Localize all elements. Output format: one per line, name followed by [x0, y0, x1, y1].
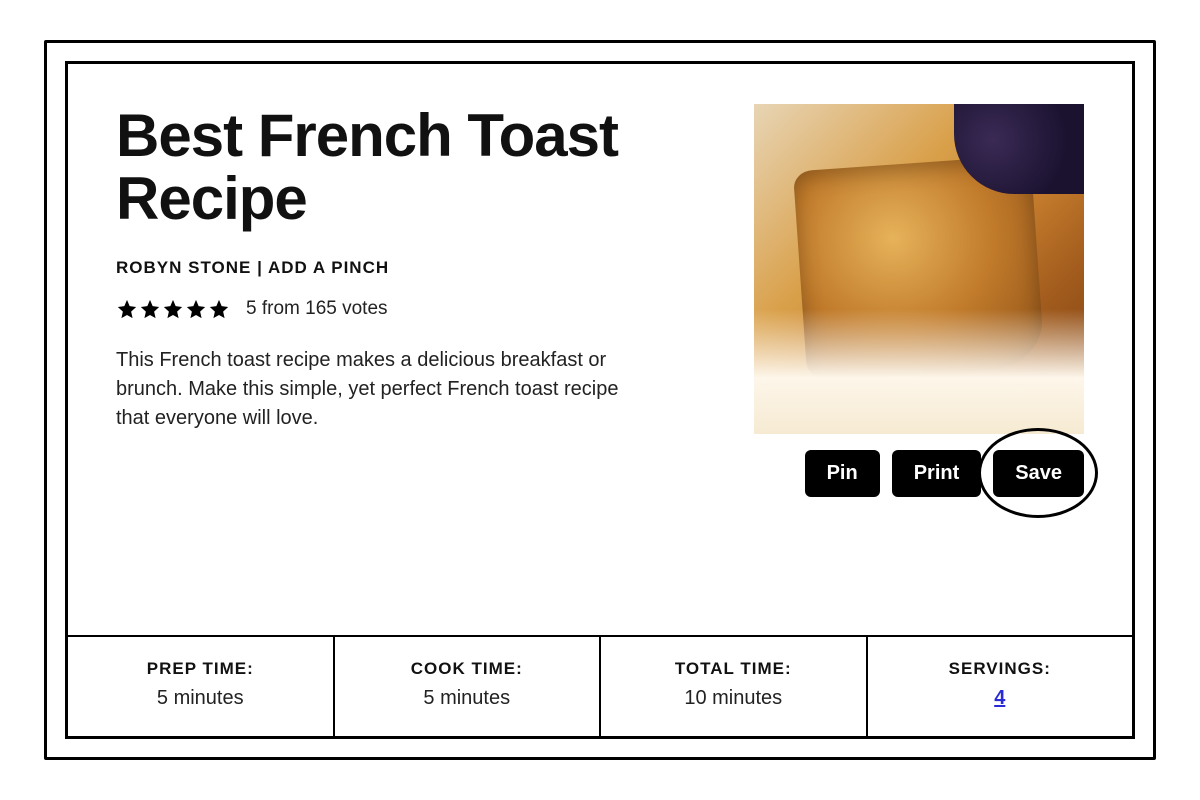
meta-label: PREP TIME:	[76, 659, 325, 679]
meta-value: 4	[876, 687, 1125, 710]
meta-value: 5 minutes	[76, 687, 325, 710]
save-button[interactable]: Save	[993, 450, 1084, 497]
recipe-hero-image	[754, 104, 1084, 434]
meta-label: COOK TIME:	[343, 659, 592, 679]
recipe-author: ROBYN STONE | ADD A PINCH	[116, 258, 722, 278]
star-icon	[185, 298, 207, 320]
outer-frame: Best French Toast Recipe ROBYN STONE | A…	[44, 40, 1156, 760]
print-button[interactable]: Print	[892, 450, 982, 497]
meta-prep-time: PREP TIME: 5 minutes	[68, 637, 335, 736]
pin-button[interactable]: Pin	[805, 450, 880, 497]
recipe-title: Best French Toast Recipe	[116, 104, 722, 230]
star-icon	[116, 298, 138, 320]
recipe-card: Best French Toast Recipe ROBYN STONE | A…	[65, 61, 1135, 739]
card-left-column: Best French Toast Recipe ROBYN STONE | A…	[116, 104, 722, 603]
rating-stars[interactable]	[116, 298, 230, 320]
meta-label: SERVINGS:	[876, 659, 1125, 679]
meta-row: PREP TIME: 5 minutes COOK TIME: 5 minute…	[68, 635, 1132, 736]
star-icon	[162, 298, 184, 320]
star-icon	[208, 298, 230, 320]
meta-value: 5 minutes	[343, 687, 592, 710]
meta-total-time: TOTAL TIME: 10 minutes	[601, 637, 868, 736]
recipe-description: This French toast recipe makes a delicio…	[116, 346, 656, 433]
meta-value: 10 minutes	[609, 687, 858, 710]
card-top: Best French Toast Recipe ROBYN STONE | A…	[68, 64, 1132, 635]
action-buttons-row: Pin Print Save	[754, 450, 1084, 497]
hero-image-berries	[954, 104, 1084, 194]
meta-cook-time: COOK TIME: 5 minutes	[335, 637, 602, 736]
meta-servings: SERVINGS: 4	[868, 637, 1133, 736]
servings-link[interactable]: 4	[994, 687, 1005, 709]
rating-text: 5 from 165 votes	[246, 298, 388, 320]
card-right-column: Pin Print Save	[754, 104, 1084, 603]
star-icon	[139, 298, 161, 320]
rating-row: 5 from 165 votes	[116, 298, 722, 320]
meta-label: TOTAL TIME:	[609, 659, 858, 679]
